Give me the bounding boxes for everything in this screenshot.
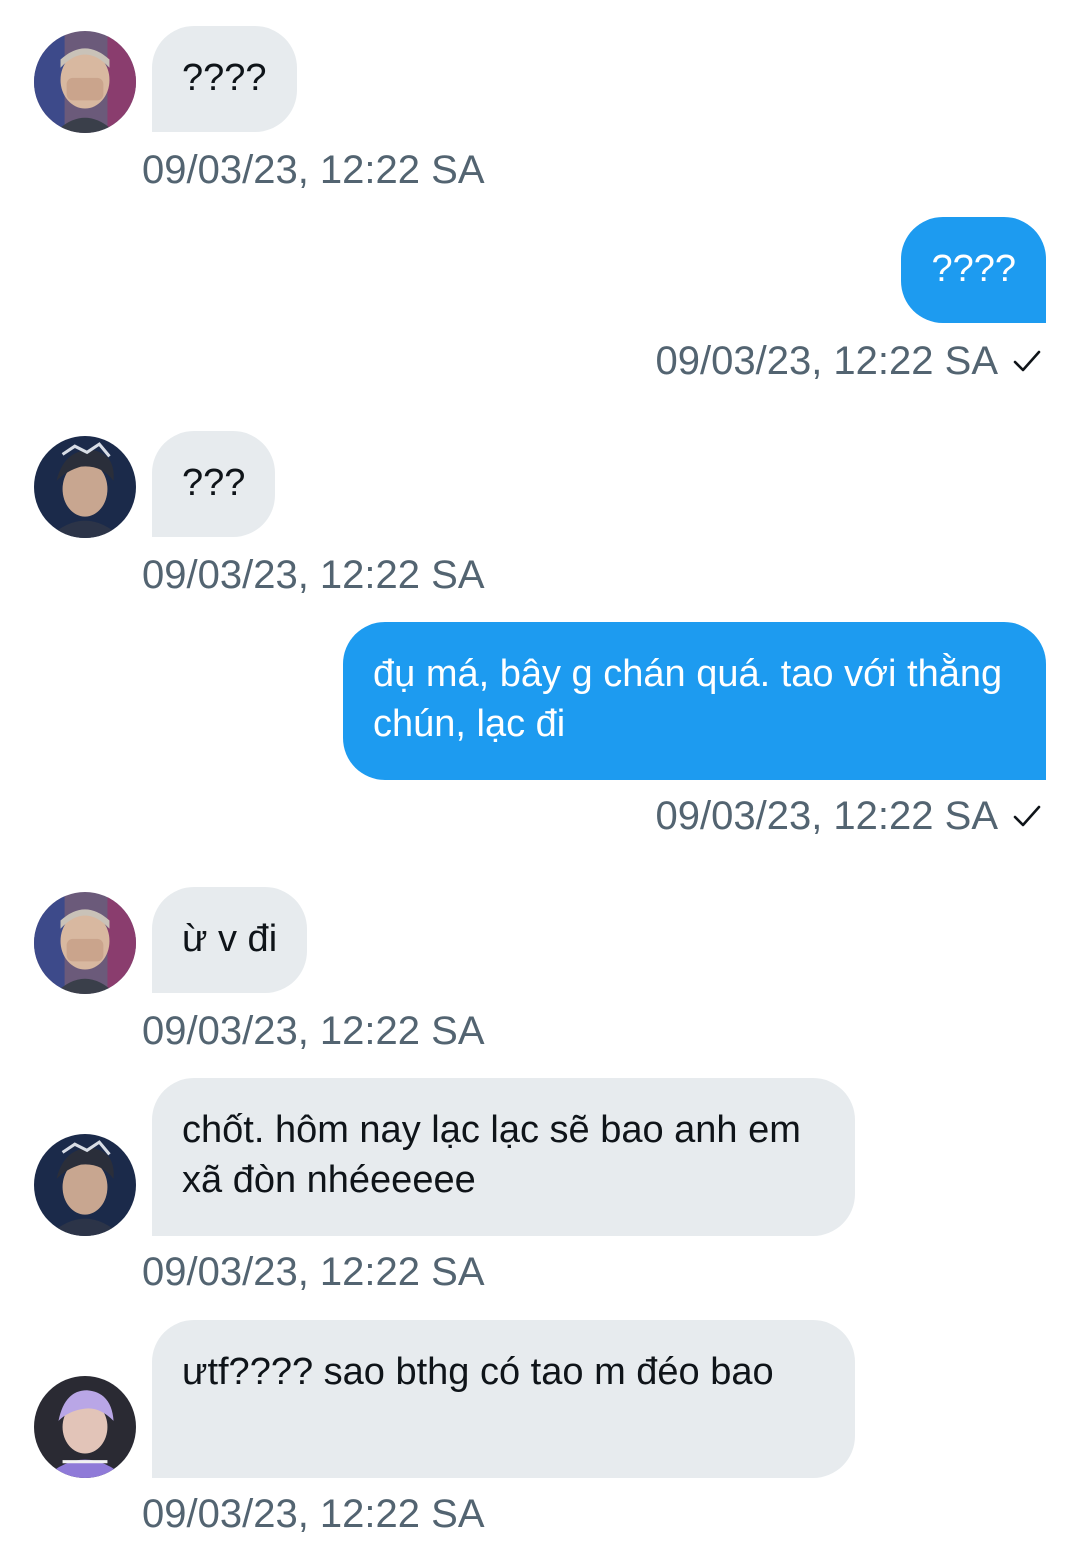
message-text: ??? xyxy=(182,462,246,504)
message-text: ???? xyxy=(182,57,267,99)
sender-avatar[interactable] xyxy=(34,1376,136,1478)
message-timestamp: 09/03/23, 12:22 SA xyxy=(142,553,485,597)
message-timestamp: 09/03/23, 12:22 SA xyxy=(656,793,1043,839)
message-text: đụ má, bây g chán quá. tao với thằng chú… xyxy=(373,653,1003,745)
message-text: ???? xyxy=(931,248,1016,290)
sender-avatar[interactable] xyxy=(34,892,136,994)
message-text: chốt. hôm nay lạc lạc sẽ bao anh em xã đ… xyxy=(182,1109,801,1201)
sender-avatar[interactable] xyxy=(34,31,136,133)
message-timestamp: 09/03/23, 12:22 SA xyxy=(142,1250,485,1294)
message-bubble[interactable]: đụ má, bây g chán quá. tao với thằng chú… xyxy=(343,622,1046,780)
sender-avatar[interactable] xyxy=(34,1134,136,1236)
message-timestamp: 09/03/23, 12:22 SA xyxy=(656,338,1043,384)
message-text: ừ v đi xyxy=(182,918,278,960)
message-timestamp: 09/03/23, 12:22 SA xyxy=(142,148,485,192)
message-bubble[interactable]: ???? xyxy=(152,26,297,132)
timestamp-text: 09/03/23, 12:22 SA xyxy=(655,339,999,383)
timestamp-text: 09/03/23, 12:22 SA xyxy=(655,794,999,838)
message-bubble[interactable]: ??? xyxy=(152,431,276,537)
message-timestamp: 09/03/23, 12:22 SA xyxy=(142,1492,485,1536)
message-bubble[interactable]: chốt. hôm nay lạc lạc sẽ bao anh em xã đ… xyxy=(152,1078,855,1236)
check-icon xyxy=(1012,346,1042,376)
message-bubble[interactable]: ???? xyxy=(901,217,1046,323)
message-text: ưtf???? sao bthg có tao m đéo bao xyxy=(182,1351,774,1393)
message-bubble[interactable]: ưtf???? sao bthg có tao m đéo bao xyxy=(152,1320,855,1478)
check-icon xyxy=(1012,801,1042,831)
sender-avatar[interactable] xyxy=(34,436,136,538)
message-bubble[interactable]: ừ v đi xyxy=(152,887,308,993)
message-timestamp: 09/03/23, 12:22 SA xyxy=(142,1009,485,1053)
